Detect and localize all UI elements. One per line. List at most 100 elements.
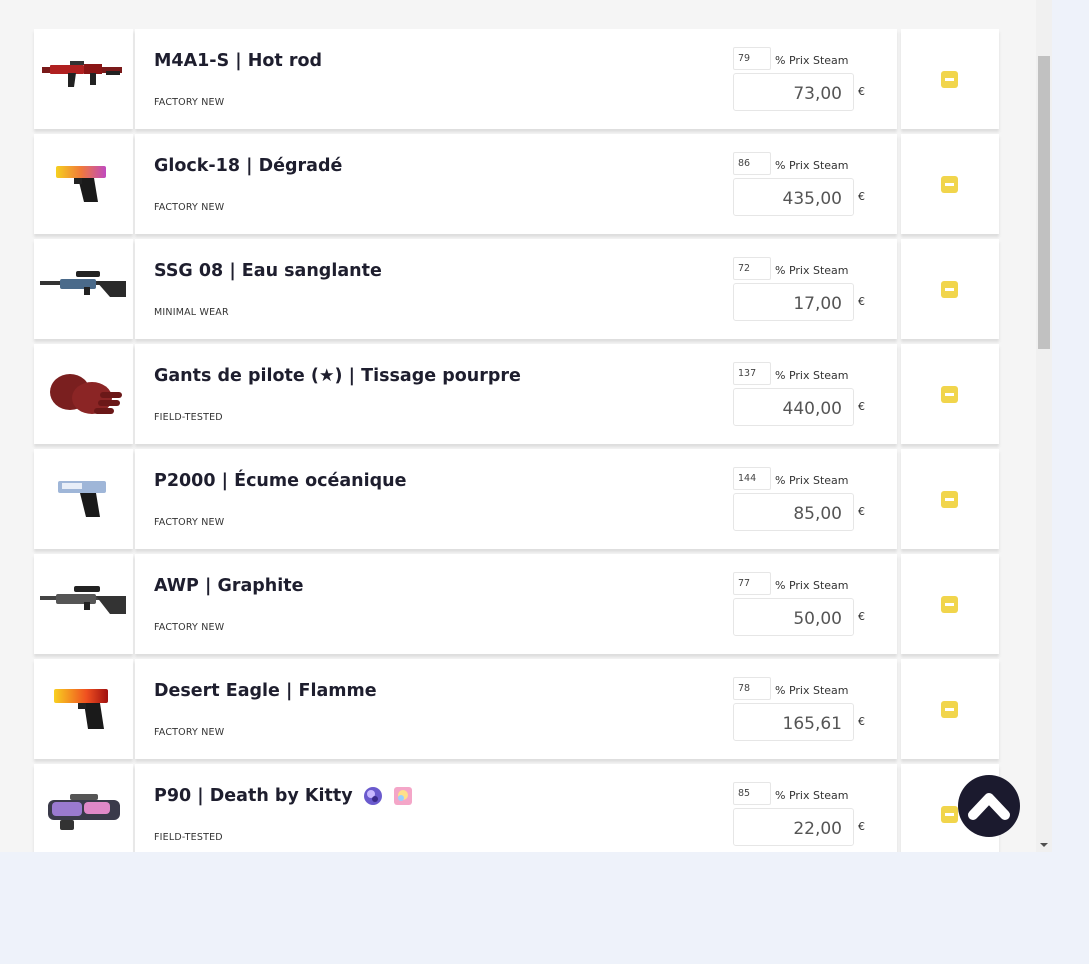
price-input[interactable]: 22,00: [733, 808, 854, 846]
steam-percent-label: % Prix Steam: [775, 264, 849, 277]
steam-percent-input[interactable]: 79: [733, 47, 771, 70]
price-input[interactable]: 17,00: [733, 283, 854, 321]
remove-item-button[interactable]: [941, 71, 958, 88]
inventory-row: Desert Eagle | Flamme FACTORY NEW 78 % P…: [34, 659, 999, 759]
item-wear: FACTORY NEW: [154, 517, 225, 528]
ssg08-sniper-image: [40, 271, 126, 297]
currency-symbol: €: [858, 505, 865, 518]
inventory-row: P2000 | Écume océanique FACTORY NEW 144 …: [34, 449, 999, 549]
item-details-cell: M4A1-S | Hot rod FACTORY NEW 79 % Prix S…: [135, 29, 897, 129]
item-action-cell: [901, 29, 999, 129]
price-input[interactable]: 50,00: [733, 598, 854, 636]
currency-symbol: €: [858, 820, 865, 833]
steam-percent-input[interactable]: 78: [733, 677, 771, 700]
glock-pistol-image: [56, 166, 106, 202]
item-name: AWP | Graphite: [154, 576, 304, 596]
price-input[interactable]: 440,00: [733, 388, 854, 426]
item-details-cell: P90 | Death by Kitty FIELD-TESTED 85 % P…: [135, 764, 897, 852]
steam-percent-input[interactable]: 86: [733, 152, 771, 175]
inventory-row: Glock-18 | Dégradé FACTORY NEW 86 % Prix…: [34, 134, 999, 234]
remove-item-button[interactable]: [941, 281, 958, 298]
item-action-cell: [901, 344, 999, 444]
inventory-viewport: M4A1-S | Hot rod FACTORY NEW 79 % Prix S…: [0, 0, 1036, 852]
item-name-text: M4A1-S | Hot rod: [154, 51, 323, 71]
remove-item-button[interactable]: [941, 386, 958, 403]
price-input[interactable]: 73,00: [733, 73, 854, 111]
item-name: M4A1-S | Hot rod: [154, 51, 322, 71]
item-name: P2000 | Écume océanique: [154, 471, 406, 491]
item-wear: FACTORY NEW: [154, 97, 225, 108]
item-action-cell: [901, 239, 999, 339]
steam-percent-label: % Prix Steam: [775, 579, 849, 592]
item-name-text: Glock-18 | Dégradé: [154, 156, 343, 176]
item-details-cell: Glock-18 | Dégradé FACTORY NEW 86 % Prix…: [135, 134, 897, 234]
item-name-text: Gants de pilote (★) | Tissage pourpre: [154, 366, 521, 386]
item-name-text: Desert Eagle | Flamme: [154, 681, 377, 701]
item-name-text: P2000 | Écume océanique: [154, 471, 407, 491]
item-wear: FIELD-TESTED: [154, 832, 223, 843]
item-image-cell: [34, 764, 133, 852]
item-details-cell: SSG 08 | Eau sanglante MINIMAL WEAR 72 %…: [135, 239, 897, 339]
item-image-cell: [34, 344, 133, 444]
inventory-row: AWP | Graphite FACTORY NEW 77 % Prix Ste…: [34, 554, 999, 654]
currency-symbol: €: [858, 190, 865, 203]
currency-symbol: €: [858, 715, 865, 728]
item-name: Gants de pilote (★) | Tissage pourpre: [154, 366, 521, 386]
currency-symbol: €: [858, 85, 865, 98]
inventory-row: M4A1-S | Hot rod FACTORY NEW 79 % Prix S…: [34, 29, 999, 129]
purple-sticker-icon: [363, 787, 382, 805]
steam-percent-input[interactable]: 85: [733, 782, 771, 805]
item-action-cell: [901, 134, 999, 234]
currency-symbol: €: [858, 610, 865, 623]
item-image-cell: [34, 29, 133, 129]
chevron-up-icon: [968, 793, 1010, 820]
item-action-cell: [901, 449, 999, 549]
item-image-cell: [34, 554, 133, 654]
item-details-cell: Desert Eagle | Flamme FACTORY NEW 78 % P…: [135, 659, 897, 759]
inventory-list: M4A1-S | Hot rod FACTORY NEW 79 % Prix S…: [34, 29, 999, 852]
item-image-cell: [34, 239, 133, 339]
inventory-row: SSG 08 | Eau sanglante MINIMAL WEAR 72 %…: [34, 239, 999, 339]
steam-percent-input[interactable]: 137: [733, 362, 771, 385]
steam-percent-input[interactable]: 77: [733, 572, 771, 595]
item-name-text: P90 | Death by Kitty: [154, 786, 353, 806]
price-input[interactable]: 165,61: [733, 703, 854, 741]
pink-sticker-icon: [393, 787, 412, 805]
item-name: Desert Eagle | Flamme: [154, 681, 377, 701]
inventory-row: Gants de pilote (★) | Tissage pourpre FI…: [34, 344, 999, 444]
item-wear: MINIMAL WEAR: [154, 307, 229, 318]
p2000-pistol-image: [58, 481, 106, 517]
steam-percent-label: % Prix Steam: [775, 369, 849, 382]
remove-item-button[interactable]: [941, 701, 958, 718]
steam-percent-input[interactable]: 72: [733, 257, 771, 280]
item-name-text: SSG 08 | Eau sanglante: [154, 261, 382, 281]
steam-percent-input[interactable]: 144: [733, 467, 771, 490]
item-details-cell: P2000 | Écume océanique FACTORY NEW 144 …: [135, 449, 897, 549]
m4a1s-rifle-image: [42, 61, 122, 87]
item-name-text: AWP | Graphite: [154, 576, 304, 596]
scrollbar-thumb[interactable]: [1038, 56, 1050, 349]
price-input[interactable]: 85,00: [733, 493, 854, 531]
item-wear: FACTORY NEW: [154, 202, 225, 213]
remove-item-button[interactable]: [941, 806, 958, 823]
vertical-scrollbar[interactable]: [1036, 0, 1052, 852]
remove-item-button[interactable]: [941, 176, 958, 193]
inventory-row: P90 | Death by Kitty FIELD-TESTED 85 % P…: [34, 764, 999, 852]
price-input[interactable]: 435,00: [733, 178, 854, 216]
p90-smg-image: [48, 794, 120, 830]
item-image-cell: [34, 134, 133, 234]
remove-item-button[interactable]: [941, 596, 958, 613]
steam-percent-label: % Prix Steam: [775, 789, 849, 802]
item-name: Glock-18 | Dégradé: [154, 156, 342, 176]
desert-eagle-image: [54, 689, 108, 729]
scroll-down-arrow-icon[interactable]: [1040, 843, 1048, 847]
steam-percent-label: % Prix Steam: [775, 159, 849, 172]
item-wear: FACTORY NEW: [154, 727, 225, 738]
item-image-cell: [34, 659, 133, 759]
currency-symbol: €: [858, 400, 865, 413]
steam-percent-label: % Prix Steam: [775, 54, 849, 67]
scroll-to-top-button[interactable]: [958, 775, 1020, 837]
item-wear: FACTORY NEW: [154, 622, 225, 633]
steam-percent-label: % Prix Steam: [775, 684, 849, 697]
remove-item-button[interactable]: [941, 491, 958, 508]
